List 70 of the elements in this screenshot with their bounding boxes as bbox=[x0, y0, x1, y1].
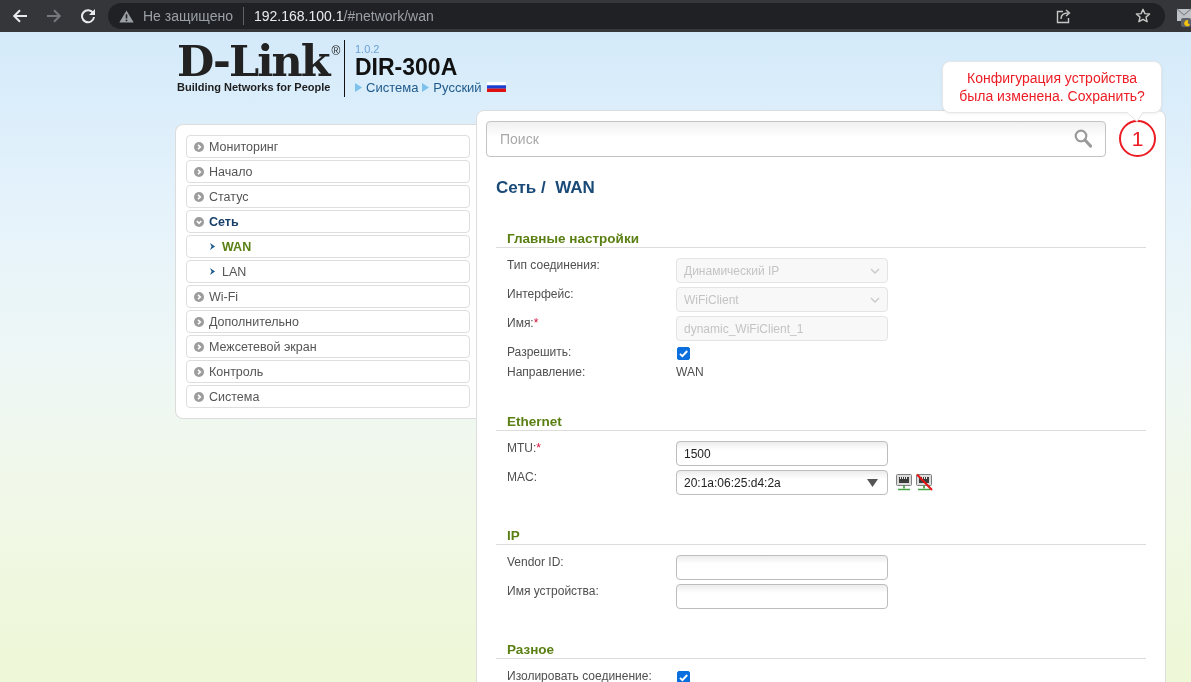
section-title: Главные настройки bbox=[507, 231, 639, 247]
chevron-right-icon bbox=[194, 341, 204, 352]
text-field[interactable]: 1500 bbox=[676, 441, 888, 466]
chevron-right-icon bbox=[194, 291, 204, 302]
url-text: 192.168.100.1/#network/wan bbox=[254, 8, 434, 24]
header-link[interactable]: Система bbox=[366, 79, 419, 95]
sidebar-item[interactable]: Мониторинг bbox=[186, 135, 470, 158]
checkbox[interactable] bbox=[677, 347, 690, 360]
checkbox[interactable] bbox=[677, 671, 690, 682]
combo-box[interactable]: 20:1a:06:25:d4:2a bbox=[676, 470, 888, 495]
text-field[interactable] bbox=[676, 555, 888, 580]
share-icon[interactable] bbox=[1055, 8, 1071, 24]
chevron-right-icon bbox=[194, 191, 204, 202]
page-title: Сеть / WAN bbox=[496, 178, 595, 198]
notification-counter[interactable]: 1 bbox=[1119, 120, 1156, 157]
star-icon[interactable] bbox=[1135, 8, 1151, 24]
field-label: Имя:* bbox=[507, 316, 539, 331]
field-label: MAC: bbox=[507, 470, 537, 485]
chevron-right-icon bbox=[194, 141, 204, 152]
chevron-right-icon bbox=[194, 391, 204, 402]
reload-icon[interactable] bbox=[80, 8, 96, 24]
network-port-crossed-icon[interactable] bbox=[915, 473, 933, 491]
field-value: WAN bbox=[676, 365, 704, 380]
sidebar-item[interactable]: Начало bbox=[186, 160, 470, 183]
sidebar-item[interactable]: Система bbox=[186, 385, 470, 408]
caret-icon bbox=[867, 478, 878, 487]
section-title: IP bbox=[507, 528, 520, 544]
chevron-right-icon bbox=[194, 316, 204, 327]
sidebar-subitem[interactable]: LAN bbox=[186, 260, 470, 283]
logo-wordmark: D-Link bbox=[177, 42, 329, 80]
sidebar-item[interactable]: Wi-Fi bbox=[186, 285, 470, 308]
text-field[interactable] bbox=[676, 584, 888, 609]
logo-tagline: Building Networks for People bbox=[177, 81, 331, 94]
sidebar-subitem[interactable]: WAN bbox=[186, 235, 470, 258]
field-label: Направление: bbox=[507, 365, 586, 380]
field-label: Тип соединения: bbox=[507, 258, 600, 273]
chevron-down-icon bbox=[870, 267, 880, 274]
triangle-icon bbox=[422, 82, 430, 92]
firmware-version: 1.0.2 bbox=[355, 43, 380, 55]
network-port-icon[interactable] bbox=[895, 473, 913, 491]
section-title: Разное bbox=[507, 642, 555, 658]
chevron-right-icon bbox=[194, 366, 204, 377]
sidebar-item[interactable]: Сеть bbox=[186, 210, 470, 233]
sidebar-item[interactable]: Статус bbox=[186, 185, 470, 208]
field-label: MTU:* bbox=[507, 441, 541, 456]
field-label: Интерфейс: bbox=[507, 287, 574, 302]
search-icon[interactable] bbox=[1074, 129, 1092, 148]
section-title: Ethernet bbox=[507, 414, 562, 430]
header-link[interactable]: Русский bbox=[433, 79, 482, 95]
chevron-down-icon bbox=[194, 216, 204, 227]
sidebar-item[interactable]: Контроль bbox=[186, 360, 470, 383]
registered-mark: ® bbox=[331, 45, 341, 57]
sidebar-item[interactable]: Дополнительно bbox=[186, 310, 470, 333]
chevron-right-icon bbox=[210, 243, 215, 250]
field-label: Изолировать соединение: bbox=[507, 669, 652, 682]
flag-icon[interactable] bbox=[486, 82, 506, 92]
arrow-left-icon[interactable] bbox=[12, 8, 28, 24]
field-label: Разрешить: bbox=[507, 345, 572, 360]
warning-icon bbox=[119, 9, 134, 23]
model-name: DIR-300A bbox=[355, 55, 458, 79]
triangle-icon bbox=[355, 82, 362, 92]
field-label: Vendor ID: bbox=[507, 555, 564, 570]
field-label: Имя устройства: bbox=[507, 584, 599, 599]
sidebar-item[interactable]: Межсетевой экран bbox=[186, 335, 470, 358]
chevron-right-icon bbox=[194, 166, 204, 177]
notification-popup: Конфигурация устройства была изменена. Сохранить? bbox=[942, 61, 1162, 113]
chevron-down-icon bbox=[870, 296, 880, 303]
security-status[interactable]: Не защищено bbox=[143, 8, 233, 24]
chevron-right-icon bbox=[210, 268, 215, 275]
address-bar[interactable]: Не защищено 192.168.100.1/#network/wan bbox=[108, 3, 1165, 29]
